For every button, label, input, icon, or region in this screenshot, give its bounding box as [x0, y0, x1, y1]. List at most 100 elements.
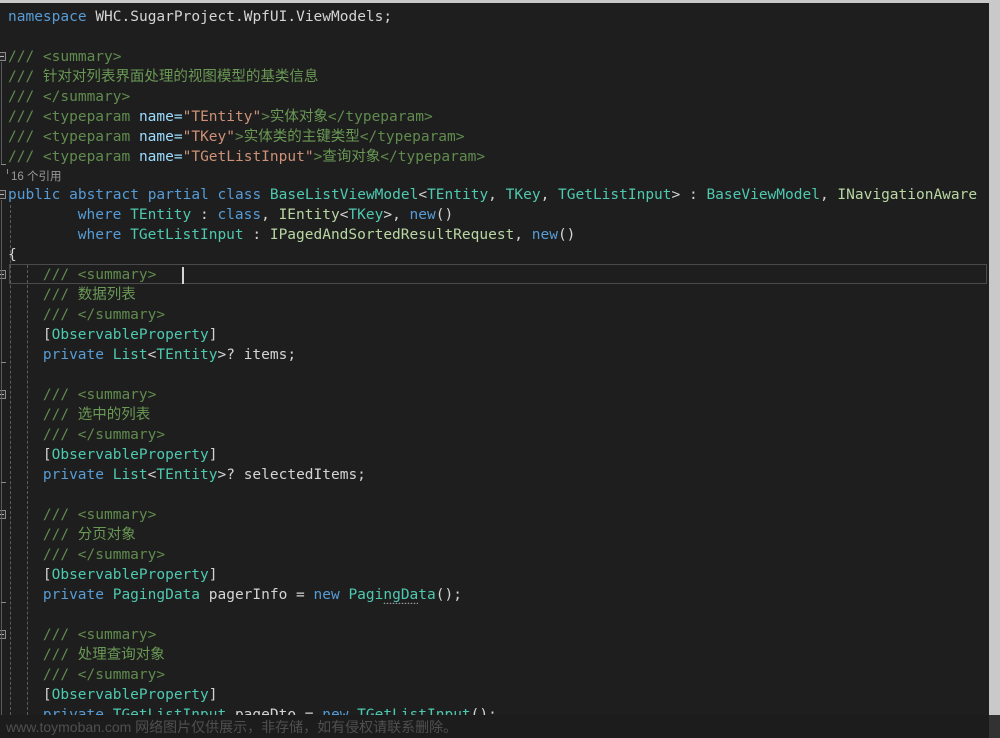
code-token: abstract — [69, 187, 148, 203]
code-line[interactable]: /// </summary> — [8, 87, 130, 107]
code-line[interactable]: /// <summary> — [8, 47, 122, 67]
code-token: /// — [42, 427, 78, 443]
code-token: /// — [42, 647, 78, 663]
code-token: </summary> — [77, 307, 166, 323]
code-token: where — [77, 207, 131, 223]
code-line[interactable]: where TGetListInput : IPagedAndSortedRes… — [78, 225, 576, 245]
collapse-class-region-icon[interactable] — [0, 190, 6, 199]
code-line[interactable]: [ObservableProperty] — [43, 685, 218, 705]
scrollbar-thumb[interactable] — [989, 3, 1000, 738]
code-token: 实体对象 — [269, 109, 328, 125]
code-token: pagerInfo = — [200, 587, 314, 603]
code-token: , — [261, 207, 279, 223]
code-token: >, — [383, 207, 410, 223]
code-token: /// — [8, 129, 43, 145]
code-line[interactable]: /// </summary> — [43, 305, 165, 325]
code-line[interactable]: /// <summary> — [43, 505, 157, 525]
code-token: , — [540, 187, 559, 203]
code-token: </typeparam> — [380, 149, 486, 165]
code-token: 分页对象 — [77, 527, 136, 543]
code-token: /// — [42, 387, 78, 403]
code-token: namespace — [8, 9, 96, 25]
code-line[interactable]: /// 数据列表 — [43, 285, 136, 305]
code-line[interactable]: /// 分页对象 — [43, 525, 136, 545]
code-line[interactable]: /// </summary> — [43, 665, 165, 685]
code-token: /// — [42, 507, 78, 523]
code-line[interactable]: private List<TEntity>? items; — [43, 345, 296, 365]
code-token: ObservableProperty — [51, 687, 209, 703]
code-line[interactable]: /// <typeparam name="TEntity">实体对象</type… — [8, 107, 433, 127]
code-token: name= — [138, 149, 183, 165]
vertical-scrollbar[interactable] — [989, 3, 1000, 738]
code-line[interactable]: /// 针对对列表界面处理的视图模型的基类信息 — [8, 67, 318, 87]
code-token: > — [261, 109, 270, 125]
code-token: </summary> — [77, 547, 166, 563]
code-token: IPagedAndSortedResultRequest — [269, 227, 515, 243]
code-token: List — [112, 467, 148, 483]
code-token: >? — [217, 467, 244, 483]
code-line[interactable]: [ObservableProperty] — [43, 445, 218, 465]
code-token: ObservableProperty — [51, 447, 209, 463]
code-token: 数据列表 — [77, 287, 136, 303]
code-line[interactable]: /// 处理查询对象 — [43, 645, 165, 665]
code-token: private — [42, 347, 113, 363]
code-line[interactable]: private List<TEntity>? selectedItems; — [43, 465, 366, 485]
code-line[interactable]: /// </summary> — [43, 425, 165, 445]
code-line[interactable]: /// <typeparam name="TKey">实体类的主键类型</typ… — [8, 127, 465, 147]
code-token: new — [531, 227, 558, 243]
code-line[interactable]: /// <typeparam name="TGetListInput">查询对象… — [8, 147, 485, 167]
code-line[interactable]: public abstract partial class BaseListVi… — [8, 185, 977, 205]
code-line[interactable]: { — [8, 245, 17, 265]
code-token: partial — [147, 187, 218, 203]
code-token: /// — [8, 49, 43, 65]
code-token: selectedItems; — [243, 467, 366, 483]
code-token: : — [243, 227, 270, 243]
pagingdata-suggestion — [382, 601, 418, 604]
watermark-strip: www.toymoban.com 网络图片仅供展示，非存储，如有侵权请联系删除。 — [0, 715, 1000, 738]
code-line[interactable]: private TGetListInput pageDto = new TGet… — [43, 705, 497, 715]
code-token: /// — [42, 287, 78, 303]
code-token: /// — [8, 89, 43, 105]
code-line[interactable]: [ObservableProperty] — [43, 565, 218, 585]
code-token: TGetListInput — [558, 187, 672, 203]
code-surface[interactable]: namespace WHC.SugarProject.WpfUI.ViewMod… — [0, 3, 989, 715]
code-token: /// — [8, 69, 43, 85]
code-token: ] — [208, 447, 218, 463]
code-token: /// — [8, 149, 43, 165]
code-token: 选中的列表 — [77, 407, 151, 423]
code-line[interactable]: where TEntity : class, IEntity<TKey>, ne… — [78, 205, 453, 225]
code-line[interactable]: /// </summary> — [43, 545, 165, 565]
code-token: <typeparam — [42, 129, 139, 145]
code-token: 针对对列表界面处理的视图模型的基类信息 — [42, 69, 319, 85]
code-token: TEntity — [156, 467, 218, 483]
code-token: </typeparam> — [327, 109, 433, 125]
code-token: [ — [42, 567, 52, 583]
code-token: <summary> — [77, 387, 157, 403]
code-token: < — [418, 187, 428, 203]
code-token: /// — [42, 407, 78, 423]
text-caret — [182, 267, 184, 284]
code-token: PagingData — [112, 587, 201, 603]
code-token: class — [217, 187, 270, 203]
code-line[interactable]: /// <summary> — [43, 265, 157, 285]
code-token: ] — [208, 327, 218, 343]
code-token: () — [557, 227, 576, 243]
code-token: </summary> — [77, 667, 166, 683]
collapse-doc-comment-region-icon[interactable] — [0, 52, 6, 61]
code-line[interactable]: /// 选中的列表 — [43, 405, 150, 425]
code-token: new — [313, 587, 349, 603]
code-token: (); — [470, 707, 497, 715]
code-line[interactable]: /// <summary> — [43, 625, 157, 645]
code-line[interactable]: namespace WHC.SugarProject.WpfUI.ViewMod… — [8, 7, 392, 27]
outline-region-end-tick — [1, 362, 6, 363]
code-token: TKey — [505, 187, 541, 203]
code-line[interactable]: /// <summary> — [43, 385, 157, 405]
code-token: WHC.SugarProject.WpfUI.ViewModels; — [95, 9, 393, 25]
code-token: BaseListViewModel — [269, 187, 419, 203]
code-line[interactable]: [ObservableProperty] — [43, 325, 218, 345]
code-token: pageDto = — [226, 707, 323, 715]
code-token: TGetListInput — [130, 227, 244, 243]
code-token: > : — [671, 187, 707, 203]
codelens-label[interactable]: 16 个引用 — [11, 168, 62, 186]
code-token: <summary> — [42, 49, 122, 65]
